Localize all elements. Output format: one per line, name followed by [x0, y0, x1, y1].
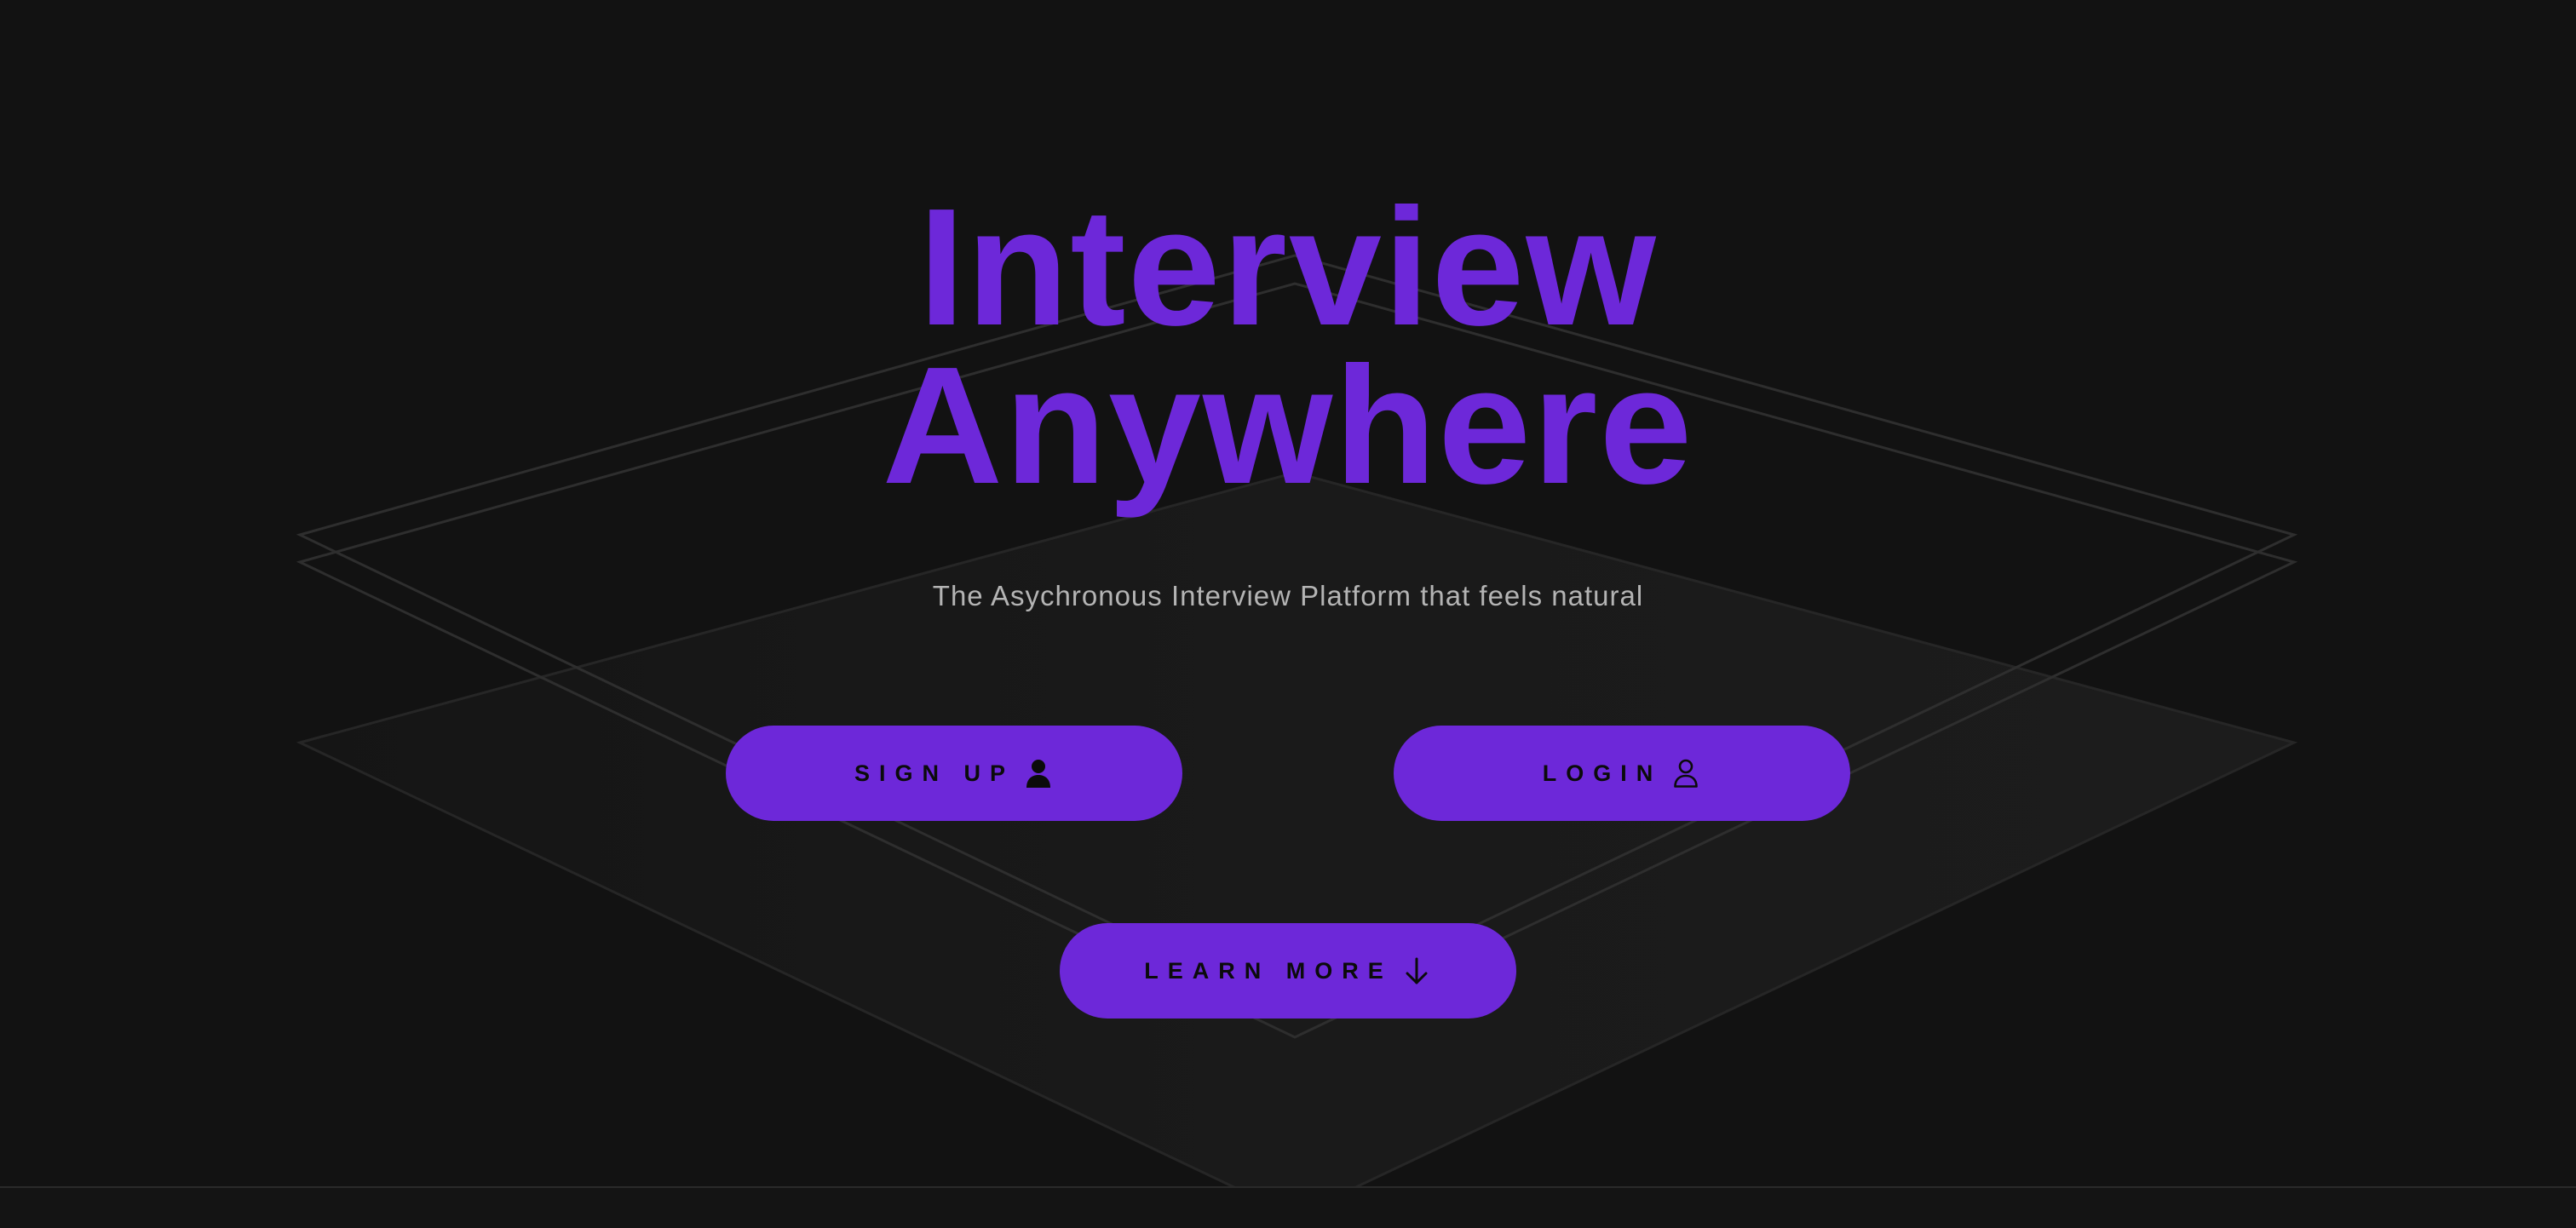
learn-more-button[interactable]: LEARN MORE: [1060, 923, 1516, 1019]
user-outline-icon: [1670, 756, 1701, 790]
login-button[interactable]: LOGIN: [1394, 726, 1850, 821]
arrow-down-icon: [1401, 954, 1432, 988]
sign-up-button-label: SIGN UP: [854, 760, 1015, 786]
learn-more-button-label: LEARN MORE: [1144, 957, 1393, 984]
landing-page: Interview Anywhere The Asychronous Inter…: [0, 0, 2576, 1228]
sign-up-button[interactable]: SIGN UP: [726, 726, 1182, 821]
user-filled-icon: [1023, 756, 1054, 790]
login-button-label: LOGIN: [1542, 760, 1663, 786]
hero-tagline: The Asychronous Interview Platform that …: [932, 580, 1644, 611]
hero-title-line-1: Interview: [918, 174, 1658, 360]
hero-title-line-2: Anywhere: [882, 332, 1694, 519]
bottom-band: [0, 1188, 2576, 1228]
